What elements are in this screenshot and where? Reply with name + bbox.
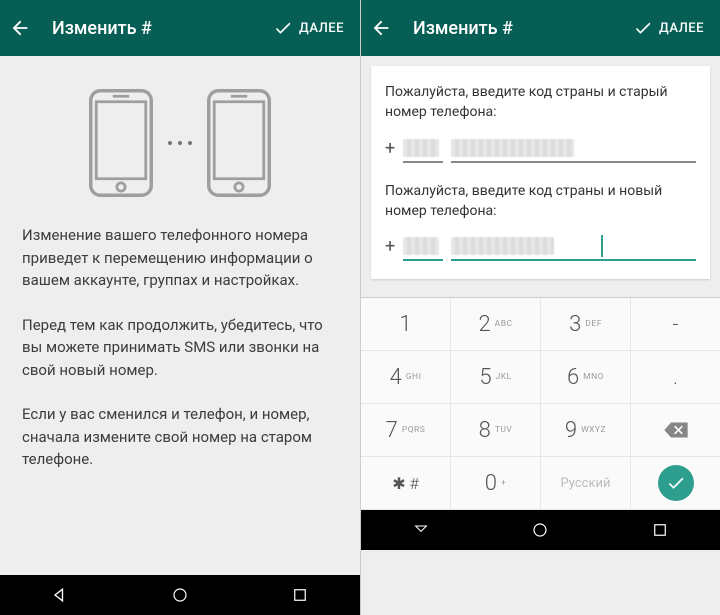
phone-transfer-illustration bbox=[22, 74, 338, 224]
intro-paragraph-1: Изменение вашего телефонного номера прив… bbox=[22, 224, 338, 292]
app-bar: Изменить # ДАЛЕЕ bbox=[361, 0, 720, 56]
new-country-code-input[interactable] bbox=[403, 231, 443, 261]
nav-back[interactable] bbox=[49, 584, 71, 606]
key-enter[interactable] bbox=[631, 457, 720, 510]
key-backspace[interactable] bbox=[631, 404, 720, 457]
change-number-form: Пожалуйста, введите код страны и старый … bbox=[361, 56, 720, 289]
back-button[interactable] bbox=[8, 16, 32, 40]
arrow-left-icon bbox=[370, 17, 392, 39]
old-number-row: + bbox=[385, 133, 696, 163]
next-button[interactable]: ДАЛЕЕ bbox=[265, 18, 352, 38]
key-4[interactable]: 4GHI bbox=[361, 351, 451, 404]
key-star-hash[interactable]: ✱ # bbox=[361, 457, 451, 510]
numeric-keypad: 1 2ABC 3DEF - 4GHI 5JKL 6MNO . 7PQRS 8TU… bbox=[361, 297, 720, 510]
back-button[interactable] bbox=[369, 16, 393, 40]
android-nav-bar bbox=[0, 575, 360, 615]
next-label: ДАЛЕЕ bbox=[299, 21, 344, 36]
app-bar: Изменить # ДАЛЕЕ bbox=[0, 0, 360, 56]
change-number-form-screen: Изменить # ДАЛЕЕ Пожалуйста, введите код… bbox=[360, 0, 720, 615]
key-3[interactable]: 3DEF bbox=[541, 298, 631, 351]
next-button[interactable]: ДАЛЕЕ bbox=[625, 18, 712, 38]
nav-home[interactable] bbox=[529, 519, 551, 541]
nav-back-icon bbox=[50, 585, 70, 605]
next-label: ДАЛЕЕ bbox=[659, 21, 704, 36]
new-number-row: + bbox=[385, 231, 696, 261]
old-phone-number-input[interactable] bbox=[451, 133, 696, 163]
intro-paragraph-2: Перед тем как продолжить, убедитесь, что… bbox=[22, 314, 338, 382]
nav-recent-icon bbox=[291, 586, 309, 604]
key-6[interactable]: 6MNO bbox=[541, 351, 631, 404]
key-dot[interactable]: . bbox=[631, 351, 720, 404]
old-phone-icon bbox=[86, 88, 156, 198]
nav-back[interactable] bbox=[410, 519, 432, 541]
backspace-icon bbox=[661, 419, 691, 441]
key-0[interactable]: 0+ bbox=[451, 457, 541, 510]
new-phone-icon bbox=[204, 88, 274, 198]
nav-recent[interactable] bbox=[649, 519, 671, 541]
intro-paragraph-3: Если у вас сменился и телефон, и номер, … bbox=[22, 403, 338, 471]
app-title: Изменить # bbox=[413, 18, 513, 39]
key-1[interactable]: 1 bbox=[361, 298, 451, 351]
number-card: Пожалуйста, введите код страны и старый … bbox=[371, 66, 710, 279]
app-title: Изменить # bbox=[52, 18, 152, 39]
nav-home[interactable] bbox=[169, 584, 191, 606]
new-phone-number-input[interactable] bbox=[451, 231, 696, 261]
transfer-dots-icon bbox=[168, 141, 192, 145]
key-7[interactable]: 7PQRS bbox=[361, 404, 451, 457]
key-8[interactable]: 8TUV bbox=[451, 404, 541, 457]
key-5[interactable]: 5JKL bbox=[451, 351, 541, 404]
nav-collapse-keyboard-icon bbox=[410, 522, 432, 538]
nav-home-icon bbox=[531, 521, 549, 539]
key-2[interactable]: 2ABC bbox=[451, 298, 541, 351]
old-number-label: Пожалуйста, введите код страны и старый … bbox=[385, 82, 696, 123]
check-icon bbox=[633, 18, 653, 38]
plus-prefix: + bbox=[385, 236, 395, 261]
change-number-intro-screen: Изменить # ДАЛЕЕ Изменение вашего телефо… bbox=[0, 0, 360, 615]
old-country-code-input[interactable] bbox=[403, 133, 443, 163]
enter-button-icon bbox=[658, 465, 694, 501]
nav-home-icon bbox=[171, 586, 189, 604]
key-dash[interactable]: - bbox=[631, 298, 720, 351]
intro-content: Изменение вашего телефонного номера прив… bbox=[0, 56, 360, 575]
arrow-left-icon bbox=[9, 17, 31, 39]
check-icon bbox=[273, 18, 293, 38]
nav-recent[interactable] bbox=[289, 584, 311, 606]
plus-prefix: + bbox=[385, 138, 395, 163]
new-number-label: Пожалуйста, введите код страны и новый н… bbox=[385, 181, 696, 222]
android-nav-bar bbox=[361, 510, 720, 550]
nav-recent-icon bbox=[651, 521, 669, 539]
key-language[interactable]: Русский bbox=[541, 457, 631, 510]
key-9[interactable]: 9WXYZ bbox=[541, 404, 631, 457]
